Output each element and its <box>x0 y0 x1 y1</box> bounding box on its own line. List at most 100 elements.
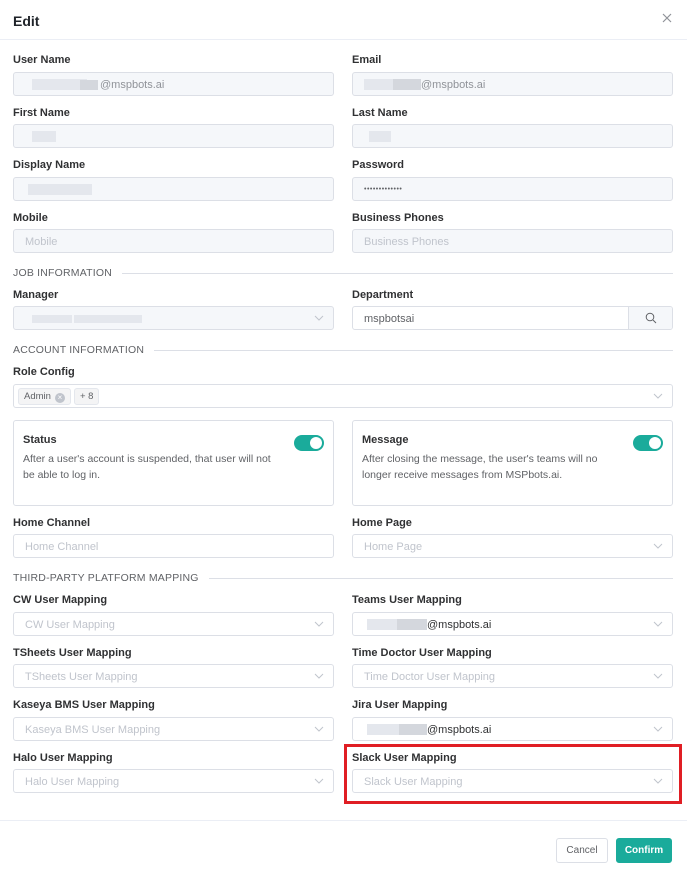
redacted-text <box>32 315 72 323</box>
redacted-text <box>367 724 399 735</box>
message-toggle[interactable] <box>633 435 663 451</box>
dialog-header: Edit <box>0 0 687 40</box>
dialog-title: Edit <box>13 13 40 29</box>
tsheets-mapping-select[interactable]: TSheets User Mapping <box>13 664 334 688</box>
tsheets-mapping-placeholder: TSheets User Mapping <box>25 671 138 683</box>
halo-mapping-select[interactable]: Halo User Mapping <box>13 769 334 793</box>
email-value: @mspbots.ai <box>421 79 486 91</box>
email-label: Email <box>352 54 382 66</box>
mobile-input[interactable]: Mobile <box>13 229 334 253</box>
tag-close-icon[interactable]: × <box>54 393 65 403</box>
kaseya-mapping-select[interactable]: Kaseya BMS User Mapping <box>13 717 334 741</box>
status-title: Status <box>23 434 57 446</box>
chevron-down-icon <box>653 393 663 399</box>
password-value: ••••••••••••• <box>364 186 403 193</box>
message-description: After closing the message, the user's te… <box>362 453 598 481</box>
home-page-label: Home Page <box>352 517 412 529</box>
time-doctor-mapping-label: Time Doctor User Mapping <box>352 647 492 659</box>
role-config-label: Role Config <box>13 366 75 378</box>
chevron-down-icon <box>653 726 663 732</box>
search-icon <box>645 312 657 324</box>
kaseya-mapping-placeholder: Kaseya BMS User Mapping <box>25 724 161 736</box>
third-party-mapping-title: THIRD-PARTY PLATFORM MAPPING <box>13 572 209 584</box>
first-name-input[interactable] <box>13 124 334 148</box>
home-channel-placeholder: Home Channel <box>25 541 99 553</box>
chevron-down-icon <box>653 673 663 679</box>
chevron-down-icon <box>314 726 324 732</box>
teams-mapping-label: Teams User Mapping <box>352 594 462 606</box>
role-tag-label: Admin <box>24 391 51 402</box>
jira-mapping-label: Jira User Mapping <box>352 699 448 711</box>
edit-user-dialog: Edit User Name @mspbots.ai Email @mspbot… <box>0 0 687 880</box>
chevron-down-icon <box>314 315 324 321</box>
password-input[interactable]: ••••••••••••• <box>352 177 673 201</box>
redacted-text <box>364 79 394 90</box>
display-name-label: Display Name <box>13 159 86 171</box>
redacted-text <box>399 724 427 735</box>
close-icon[interactable] <box>660 11 674 25</box>
business-phones-label: Business Phones <box>352 212 444 224</box>
confirm-button[interactable]: Confirm <box>616 838 672 863</box>
kaseya-mapping-label: Kaseya BMS User Mapping <box>13 699 155 711</box>
tsheets-mapping-label: TSheets User Mapping <box>13 647 132 659</box>
chevron-down-icon <box>314 673 324 679</box>
redacted-text <box>32 79 87 90</box>
department-value: mspbotsai <box>364 313 415 325</box>
role-config-select[interactable]: Admin × + 8 <box>13 384 673 408</box>
redacted-text <box>32 131 56 142</box>
cw-mapping-placeholder: CW User Mapping <box>25 619 115 631</box>
time-doctor-mapping-select[interactable]: Time Doctor User Mapping <box>352 664 673 688</box>
cw-mapping-select[interactable]: CW User Mapping <box>13 612 334 636</box>
display-name-input[interactable] <box>13 177 334 201</box>
cw-mapping-label: CW User Mapping <box>13 594 108 606</box>
home-page-placeholder: Home Page <box>364 541 423 553</box>
halo-mapping-placeholder: Halo User Mapping <box>25 776 120 788</box>
home-channel-input[interactable]: Home Channel <box>13 534 334 558</box>
manager-select[interactable] <box>13 306 334 330</box>
last-name-label: Last Name <box>352 107 408 119</box>
redacted-text <box>397 619 427 630</box>
redacted-text <box>367 619 397 630</box>
home-page-select[interactable]: Home Page <box>352 534 673 558</box>
job-information-title: JOB INFORMATION <box>13 267 123 279</box>
department-search-button[interactable] <box>628 307 672 329</box>
toggle-knob <box>310 437 322 449</box>
manager-label: Manager <box>13 289 59 301</box>
halo-mapping-label: Halo User Mapping <box>13 752 113 764</box>
role-tag-more: + 8 <box>74 388 100 405</box>
last-name-input[interactable] <box>352 124 673 148</box>
cancel-button[interactable]: Cancel <box>556 838 608 863</box>
department-label: Department <box>352 289 414 301</box>
user-name-input[interactable]: @mspbots.ai <box>13 72 334 96</box>
redacted-text <box>56 184 92 195</box>
jira-mapping-select[interactable]: @mspbots.ai <box>352 717 673 741</box>
message-title: Message <box>362 434 409 446</box>
teams-mapping-select[interactable]: @mspbots.ai <box>352 612 673 636</box>
message-card: Message After closing the message, the u… <box>352 420 673 506</box>
highlight-box <box>344 744 682 804</box>
role-tag-admin: Admin × <box>18 388 71 405</box>
chevron-down-icon <box>314 778 324 784</box>
redacted-text <box>369 131 391 142</box>
status-description: After a user's account is suspended, tha… <box>23 453 271 481</box>
teams-mapping-value: @mspbots.ai <box>427 619 492 631</box>
user-name-value: @mspbots.ai <box>100 79 165 91</box>
account-information-title: ACCOUNT INFORMATION <box>13 344 155 356</box>
status-toggle[interactable] <box>294 435 324 451</box>
department-input[interactable]: mspbotsai <box>352 306 673 330</box>
mobile-label: Mobile <box>13 212 48 224</box>
account-information-section: ACCOUNT INFORMATION <box>13 344 673 358</box>
home-channel-label: Home Channel <box>13 517 91 529</box>
jira-mapping-value: @mspbots.ai <box>427 724 492 736</box>
business-phones-input[interactable]: Business Phones <box>352 229 673 253</box>
redacted-text <box>28 184 56 195</box>
redacted-text <box>80 80 98 90</box>
third-party-mapping-section: THIRD-PARTY PLATFORM MAPPING <box>13 572 673 586</box>
business-phones-placeholder: Business Phones <box>364 236 449 248</box>
chevron-down-icon <box>314 621 324 627</box>
user-name-label: User Name <box>13 54 71 66</box>
job-information-section: JOB INFORMATION <box>13 267 673 281</box>
chevron-down-icon <box>653 621 663 627</box>
email-input[interactable]: @mspbots.ai <box>352 72 673 96</box>
footer-divider <box>0 820 687 821</box>
